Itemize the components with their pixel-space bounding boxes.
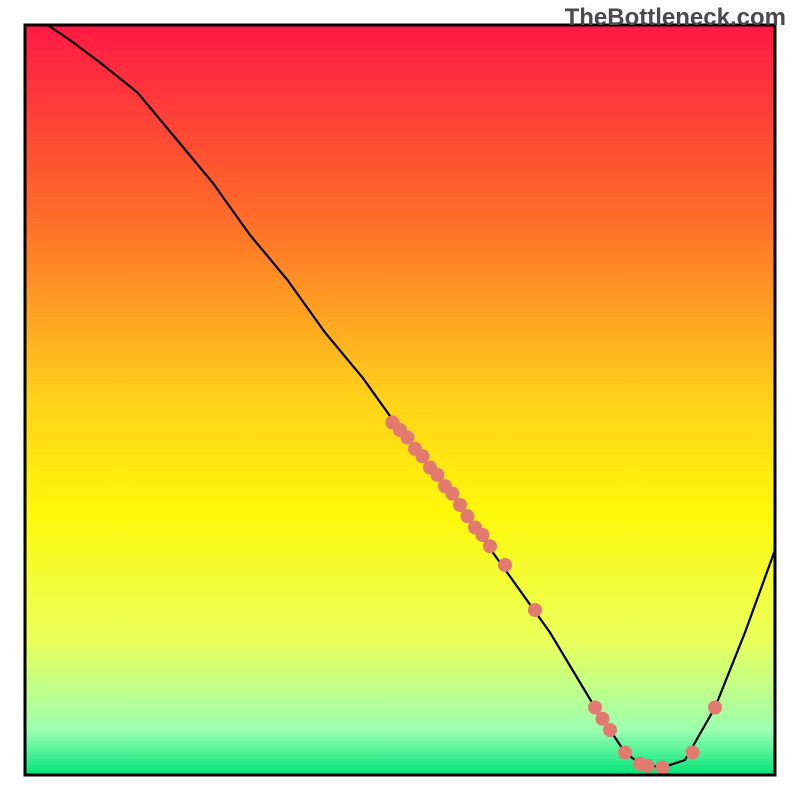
marker-point bbox=[498, 558, 512, 572]
bottleneck-chart bbox=[0, 0, 800, 800]
marker-point bbox=[528, 603, 542, 617]
marker-point bbox=[708, 701, 722, 715]
marker-point bbox=[686, 746, 700, 760]
watermark-text: TheBottleneck.com bbox=[565, 4, 786, 32]
marker-point bbox=[483, 539, 497, 553]
marker-point bbox=[618, 746, 632, 760]
marker-point bbox=[603, 723, 617, 737]
chart-container: TheBottleneck.com bbox=[0, 0, 800, 800]
marker-point bbox=[656, 761, 670, 775]
marker-point bbox=[641, 759, 655, 773]
plot-background bbox=[25, 25, 775, 775]
